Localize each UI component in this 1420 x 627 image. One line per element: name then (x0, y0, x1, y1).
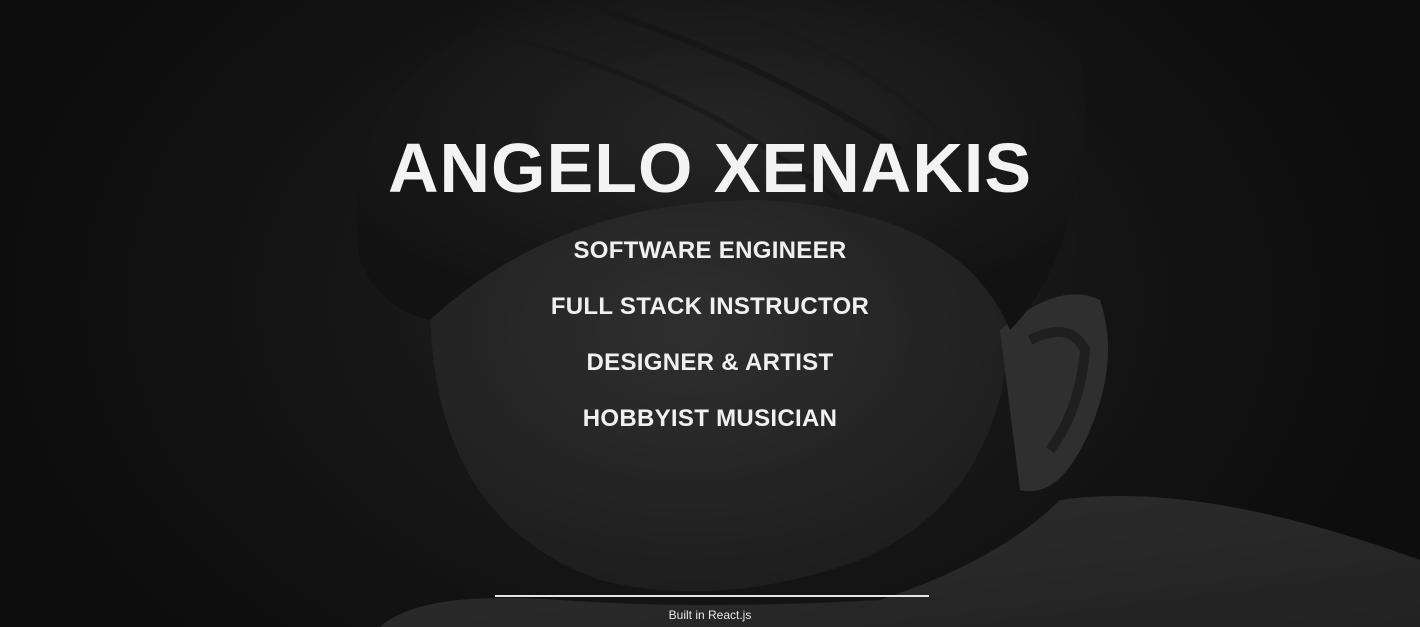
footer-credit-text: Built in React.js (668, 608, 752, 622)
role-item-software-engineer: SOFTWARE ENGINEER (573, 237, 847, 264)
role-item-hobbyist-musician: HOBBYIST MUSICIAN (582, 405, 838, 432)
hero-name-heading: ANGELO XENAKIS (387, 129, 1033, 207)
role-item-designer-artist: DESIGNER & ARTIST (586, 349, 834, 376)
footer-divider (495, 595, 929, 597)
roles-list: SOFTWARE ENGINEER FULL STACK INSTRUCTOR … (0, 234, 1420, 458)
role-item-full-stack-instructor: FULL STACK INSTRUCTOR (550, 293, 870, 320)
hero-section: ANGELO XENAKIS SOFTWARE ENGINEER FULL ST… (0, 0, 1420, 627)
